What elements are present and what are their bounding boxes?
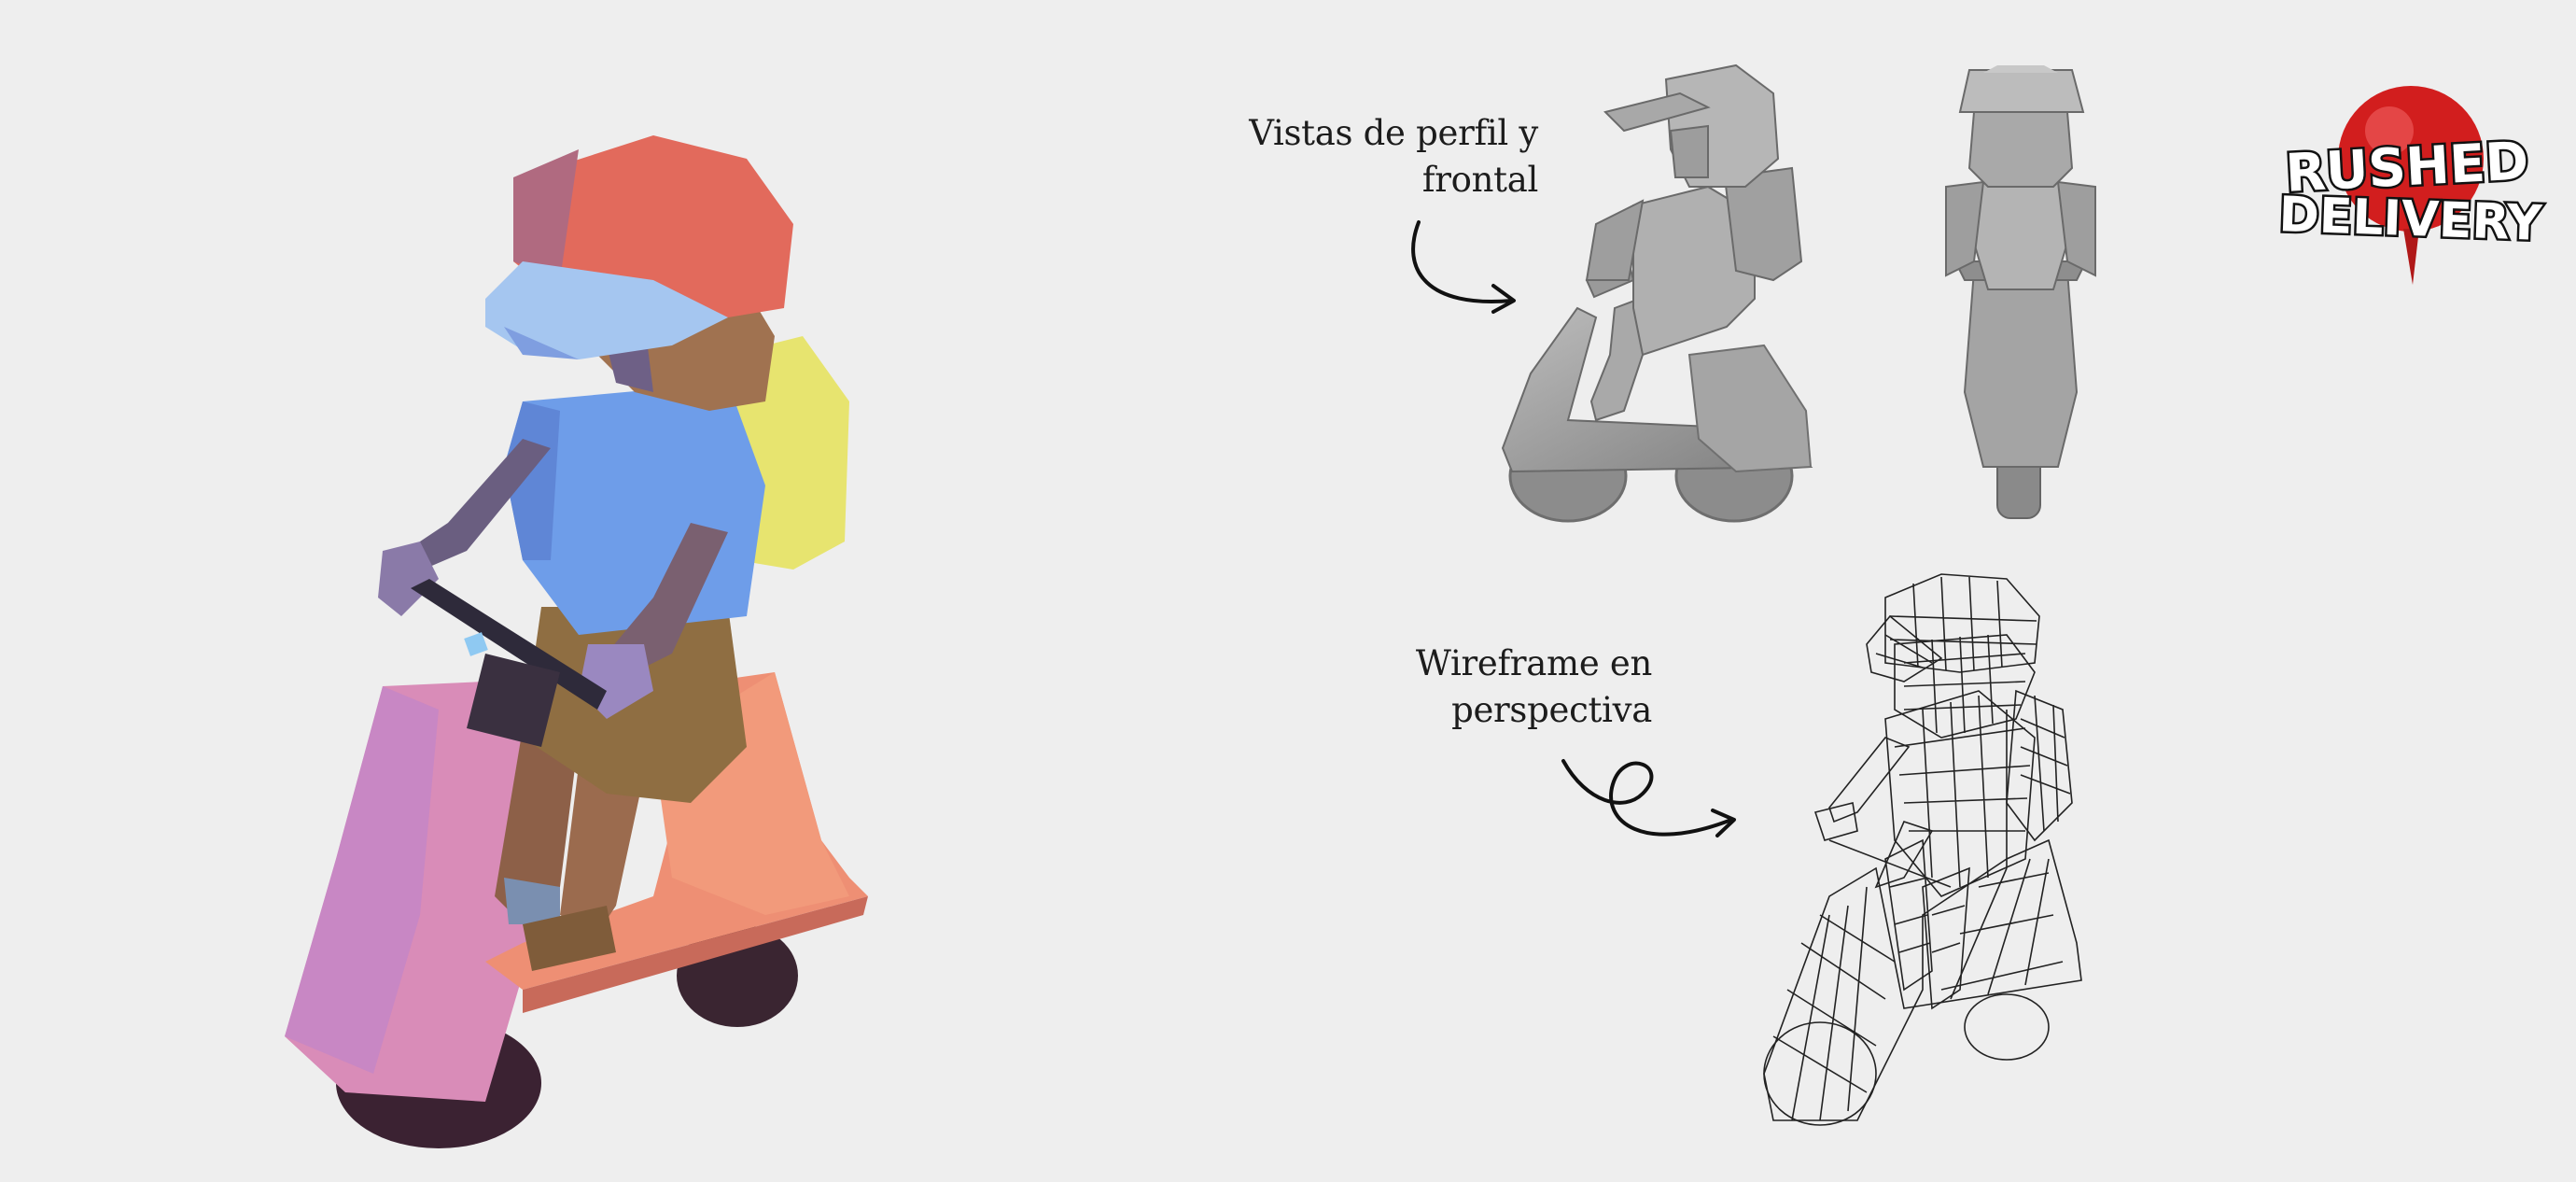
wireframe-model [1763,573,2082,1126]
